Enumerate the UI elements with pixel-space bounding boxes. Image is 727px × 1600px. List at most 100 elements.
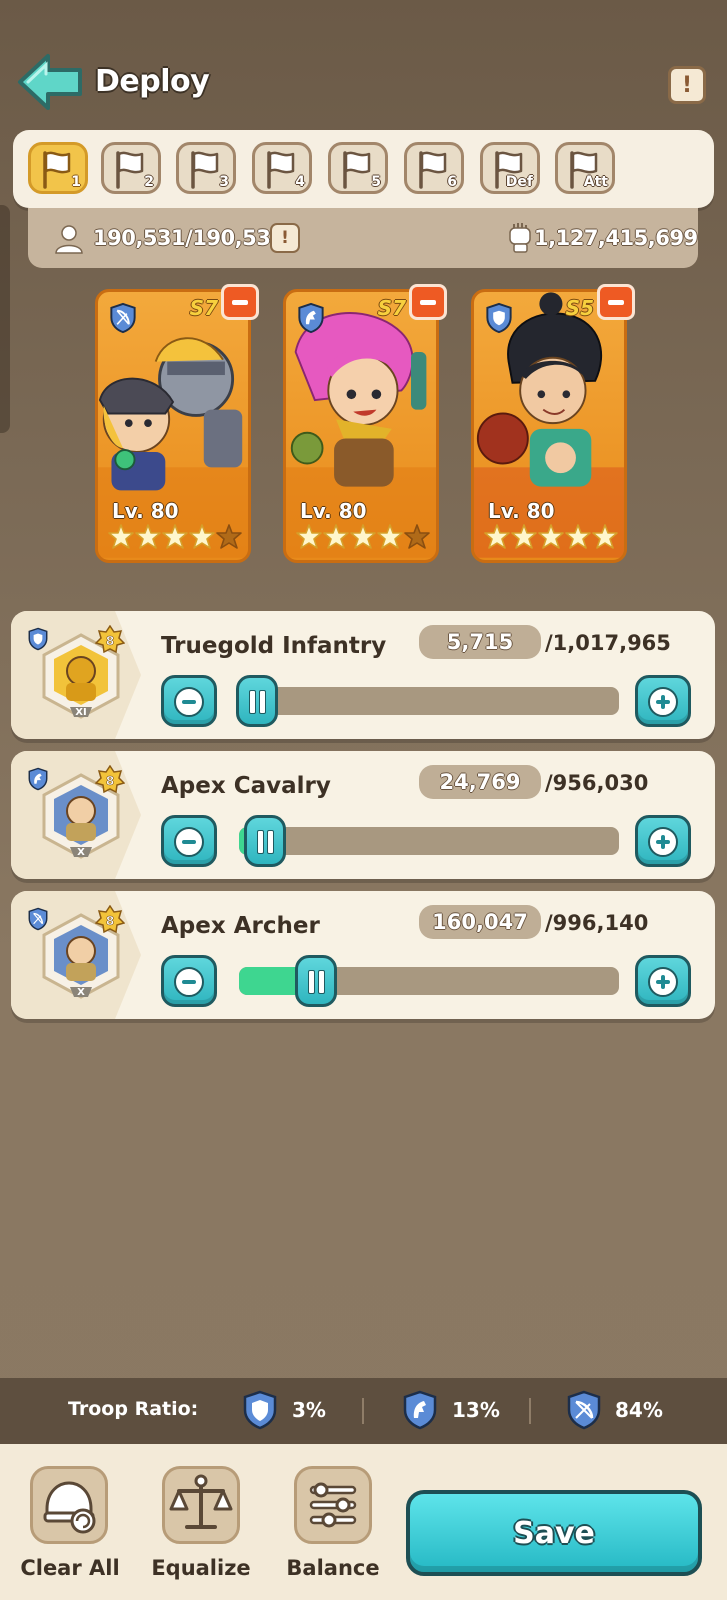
clear-all-button[interactable] xyxy=(30,1466,108,1544)
increase-button[interactable] xyxy=(635,955,691,1007)
star-icon xyxy=(350,524,376,549)
troop-ratio-label: Troop Ratio: xyxy=(68,1398,199,1420)
remove-hero-button[interactable] xyxy=(221,284,259,320)
remove-hero-button[interactable] xyxy=(409,284,447,320)
star-icon xyxy=(404,524,430,549)
info-button[interactable]: ! xyxy=(668,66,706,104)
cavalry-horse-icon xyxy=(403,1390,437,1430)
minus-icon xyxy=(174,827,204,857)
remove-hero-button[interactable] xyxy=(597,284,635,320)
tab-formation-4[interactable]: 4 xyxy=(252,142,312,194)
cavalry-class-icon xyxy=(298,302,324,334)
tab-label: 2 xyxy=(144,174,154,190)
sliders-icon xyxy=(309,1482,357,1528)
star-level-badge: 8 xyxy=(95,905,125,934)
troop-row: X 8 Apex Archer 160,047/996,140 xyxy=(11,891,715,1019)
side-drawer-handle[interactable] xyxy=(0,205,10,433)
page-title: Deploy xyxy=(95,64,210,99)
star-icon xyxy=(135,524,161,549)
plus-icon xyxy=(648,827,678,857)
decrease-button[interactable] xyxy=(161,815,217,867)
troop-slider-thumb[interactable] xyxy=(295,955,337,1007)
tab-formation-def[interactable]: Def xyxy=(480,142,540,194)
flag-icon xyxy=(116,151,144,189)
tab-formation-3[interactable]: 3 xyxy=(176,142,236,194)
tab-label: Def xyxy=(505,174,533,190)
troop-tier: XI xyxy=(75,707,86,718)
hero-level: Lv. 80 xyxy=(488,499,555,523)
star-icon xyxy=(511,524,537,549)
star-icon xyxy=(108,524,134,549)
flag-icon xyxy=(191,151,219,189)
tab-formation-5[interactable]: 5 xyxy=(328,142,388,194)
star-icon xyxy=(323,524,349,549)
troop-badge-number: 8 xyxy=(106,774,114,788)
troop-count-input[interactable]: 160,047 xyxy=(419,905,541,939)
infantry-class-icon xyxy=(486,302,512,334)
tab-formation-2[interactable]: 2 xyxy=(101,142,161,194)
save-button[interactable]: Save xyxy=(406,1490,702,1576)
increase-button[interactable] xyxy=(635,815,691,867)
back-arrow-icon xyxy=(18,54,82,110)
troop-total: /956,030 xyxy=(545,771,649,795)
troop-slider-track[interactable] xyxy=(239,687,619,715)
helmet-reset-icon xyxy=(43,1481,96,1534)
balance-button[interactable] xyxy=(294,1466,372,1544)
capacity-info-button[interactable]: ! xyxy=(270,223,300,253)
flag-icon xyxy=(419,151,447,189)
plus-icon xyxy=(648,967,678,997)
tab-formation-6[interactable]: 6 xyxy=(404,142,464,194)
back-button[interactable] xyxy=(16,52,84,112)
hero-stars xyxy=(108,524,242,550)
tab-label: Att xyxy=(583,174,608,190)
equalize-button[interactable] xyxy=(162,1466,240,1544)
troop-name: Apex Archer xyxy=(161,913,320,939)
flag-icon xyxy=(43,151,71,189)
troop-total: /1,017,965 xyxy=(545,631,671,655)
hero-card[interactable]: S7 Lv. 80 xyxy=(95,289,251,563)
infantry-shield-icon xyxy=(243,1390,277,1430)
decrease-button[interactable] xyxy=(161,675,217,727)
tab-formation-att[interactable]: Att xyxy=(555,142,615,194)
troop-name: Apex Cavalry xyxy=(161,773,331,799)
star-level-badge: 8 xyxy=(95,765,125,794)
troop-name: Truegold Infantry xyxy=(161,633,387,659)
troop-badge-number: 8 xyxy=(106,914,114,928)
archer-class-icon xyxy=(110,302,136,334)
troop-capacity: 190,531/190,531 xyxy=(93,226,285,250)
ratio-divider xyxy=(362,1398,364,1424)
tab-label: 1 xyxy=(71,174,81,190)
troop-slider-track[interactable] xyxy=(239,827,619,855)
cavalry-class-icon xyxy=(28,767,48,791)
hero-level: Lv. 80 xyxy=(300,499,367,523)
minus-icon xyxy=(174,967,204,997)
increase-button[interactable] xyxy=(635,675,691,727)
hero-season-badge: S7 xyxy=(189,296,218,320)
troop-tier: X xyxy=(77,987,85,998)
hero-card[interactable]: S7 Lv. 80 xyxy=(283,289,439,563)
tab-label: 3 xyxy=(219,174,229,190)
hero-level: Lv. 80 xyxy=(112,499,179,523)
star-icon xyxy=(484,524,510,549)
balance-label: Balance xyxy=(286,1556,380,1580)
fist-power-icon xyxy=(509,223,531,253)
star-icon xyxy=(216,524,242,549)
ratio-divider xyxy=(529,1398,531,1424)
troop-slider-thumb[interactable] xyxy=(236,675,278,727)
hero-season-badge: S5 xyxy=(565,296,594,320)
troop-row: X 8 Apex Cavalry 24,769/956,030 xyxy=(11,751,715,879)
hero-card[interactable]: S5 Lv. 80 xyxy=(471,289,627,563)
star-icon xyxy=(538,524,564,549)
troop-count-input[interactable]: 24,769 xyxy=(419,765,541,799)
clear-all-label: Clear All xyxy=(20,1556,120,1580)
troop-slider-thumb[interactable] xyxy=(244,815,286,867)
hero-stars xyxy=(296,524,430,550)
tab-formation-1[interactable]: 1 xyxy=(28,142,88,194)
star-icon xyxy=(296,524,322,549)
star-icon xyxy=(189,524,215,549)
star-icon xyxy=(162,524,188,549)
troop-count-input[interactable]: 5,715 xyxy=(419,625,541,659)
decrease-button[interactable] xyxy=(161,955,217,1007)
flag-icon xyxy=(267,151,295,189)
save-label: Save xyxy=(513,1515,595,1551)
